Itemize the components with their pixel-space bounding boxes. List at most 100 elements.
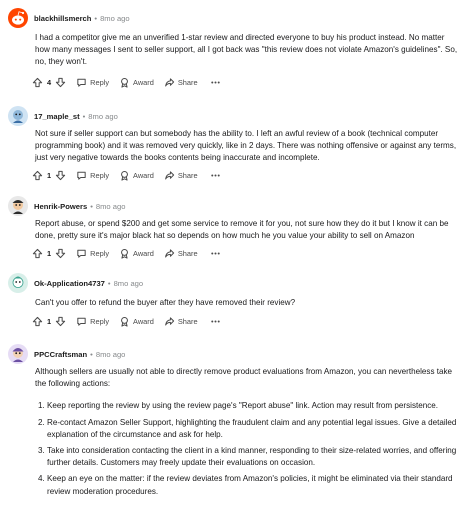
award-icon [119, 170, 130, 181]
award-button[interactable]: Award [119, 316, 154, 327]
comment-body: Can't you offer to refund the buyer afte… [35, 297, 460, 309]
vote-count: 1 [47, 248, 52, 258]
separator: • [90, 349, 93, 359]
comment-text: Report abuse, or spend $200 and get some… [35, 219, 449, 241]
share-icon [164, 316, 175, 327]
reddit-snoo-avatar-icon[interactable] [8, 273, 28, 293]
username[interactable]: Henrik-Powers [34, 202, 87, 211]
share-label: Share [177, 248, 198, 258]
list-item: Re-contact Amazon Seller Support, highli… [47, 417, 460, 441]
downvote-icon[interactable] [55, 170, 66, 181]
reddit-snoo-avatar-icon[interactable] [8, 8, 28, 28]
comment-body: Although sellers are usually not able to… [35, 366, 460, 502]
action-list: Keep reporting the review by using the r… [35, 400, 460, 497]
award-button[interactable]: Award [119, 248, 154, 259]
username[interactable]: Ok-Application4737 [34, 279, 105, 288]
share-label: Share [177, 170, 198, 180]
reply-icon [76, 77, 87, 88]
reply-icon [76, 316, 87, 327]
username[interactable]: 17_maple_st [34, 112, 80, 121]
comment-header: blackhillsmerch • 8mo ago [8, 6, 130, 30]
reply-button[interactable]: Reply [76, 316, 109, 327]
downvote-icon[interactable] [55, 248, 66, 259]
reply-button[interactable]: Reply [76, 170, 109, 181]
share-label: Share [177, 316, 198, 326]
comment-body: Report abuse, or spend $200 and get some… [35, 218, 460, 242]
list-item: Take into consideration contacting the c… [47, 445, 460, 469]
reply-button[interactable]: Reply [76, 77, 109, 88]
more-options-icon[interactable] [208, 316, 223, 327]
timestamp[interactable]: 8mo ago [88, 112, 118, 121]
comment-text: Can't you offer to refund the buyer afte… [35, 298, 296, 307]
reply-icon [76, 170, 87, 181]
reddit-snoo-avatar-icon[interactable] [8, 106, 28, 126]
comment-actions: 1 Reply Award Share [32, 245, 223, 261]
more-options-icon[interactable] [208, 248, 223, 259]
comment-actions: 1 Reply Award Share [32, 167, 223, 183]
list-item: Keep an eye on the matter: if the review… [47, 473, 460, 497]
award-button[interactable]: Award [119, 170, 154, 181]
share-icon [164, 170, 175, 181]
separator: • [94, 13, 98, 23]
share-label: Share [177, 77, 198, 87]
comment-header: Henrik-Powers • 8mo ago [8, 194, 125, 218]
downvote-icon[interactable] [55, 316, 66, 327]
comment-text: Not sure if seller support can but someb… [35, 129, 457, 163]
comment-thread: blackhillsmerch • 8mo ago I had a compet… [0, 0, 468, 512]
comment-body: I had a competitor give me an unverified… [35, 32, 460, 69]
vote-count: 4 [47, 77, 52, 87]
reply-label: Reply [90, 170, 110, 180]
award-icon [119, 77, 130, 88]
username[interactable]: blackhillsmerch [34, 14, 91, 23]
comment-text: Although sellers are usually not able to… [35, 367, 453, 389]
reply-button[interactable]: Reply [76, 248, 109, 259]
reply-icon [76, 248, 87, 259]
comment-actions: 4 Reply Award Share [32, 74, 223, 90]
more-options-icon[interactable] [208, 170, 223, 181]
upvote-icon[interactable] [32, 316, 43, 327]
comment-actions: 1 Reply Award Share [32, 313, 223, 329]
share-icon [164, 77, 175, 88]
share-icon [164, 248, 175, 259]
reply-label: Reply [90, 77, 110, 87]
reddit-snoo-avatar-icon[interactable] [8, 344, 28, 364]
reply-label: Reply [90, 316, 110, 326]
timestamp[interactable]: 8mo ago [96, 202, 126, 211]
comment-text: I had a competitor give me an unverified… [35, 33, 458, 67]
more-options-icon[interactable] [208, 77, 223, 88]
share-button[interactable]: Share [164, 170, 198, 181]
timestamp[interactable]: 8mo ago [96, 350, 126, 359]
vote-controls: 1 [32, 316, 66, 327]
vote-count: 1 [47, 316, 52, 326]
award-label: Award [133, 77, 154, 87]
share-button[interactable]: Share [164, 316, 198, 327]
username[interactable]: PPCCraftsman [34, 350, 87, 359]
award-icon [119, 248, 130, 259]
reply-label: Reply [90, 248, 110, 258]
vote-controls: 4 [32, 77, 66, 88]
award-label: Award [133, 170, 154, 180]
upvote-icon[interactable] [32, 77, 43, 88]
vote-controls: 1 [32, 170, 66, 181]
comment-header: Ok-Application4737 • 8mo ago [8, 271, 143, 295]
award-button[interactable]: Award [119, 77, 154, 88]
upvote-icon[interactable] [32, 248, 43, 259]
comment-header: 17_maple_st • 8mo ago [8, 104, 118, 128]
share-button[interactable]: Share [164, 248, 198, 259]
reddit-snoo-avatar-icon[interactable] [8, 196, 28, 216]
separator: • [90, 201, 93, 211]
upvote-icon[interactable] [32, 170, 43, 181]
timestamp[interactable]: 8mo ago [114, 279, 144, 288]
comment-header: PPCCraftsman • 8mo ago [8, 342, 125, 366]
award-icon [119, 316, 130, 327]
award-label: Award [133, 248, 154, 258]
separator: • [107, 278, 111, 288]
vote-controls: 1 [32, 248, 66, 259]
share-button[interactable]: Share [164, 77, 198, 88]
downvote-icon[interactable] [55, 77, 66, 88]
award-label: Award [133, 316, 154, 326]
comment-body: Not sure if seller support can but someb… [35, 128, 460, 165]
vote-count: 1 [47, 170, 52, 180]
timestamp[interactable]: 8mo ago [100, 14, 130, 23]
separator: • [82, 111, 86, 121]
